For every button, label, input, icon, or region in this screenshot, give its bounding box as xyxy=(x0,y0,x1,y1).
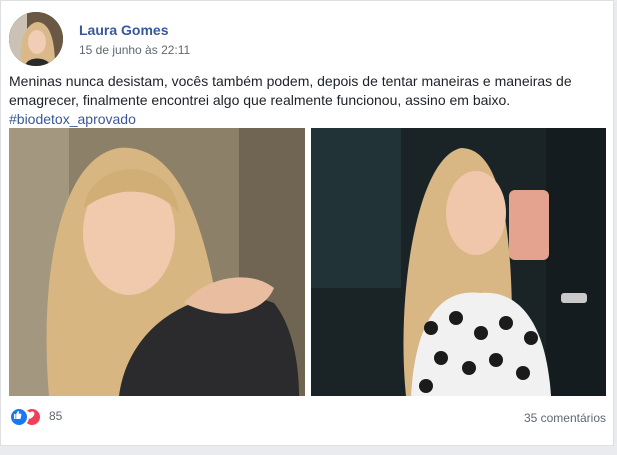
author-name[interactable]: Laura Gomes xyxy=(79,22,168,38)
post-text: Meninas nunca desistam, vocês também pod… xyxy=(9,72,609,129)
facebook-post: Laura Gomes 15 de junho às 22:11 Meninas… xyxy=(0,0,614,446)
post-body: Meninas nunca desistam, vocês também pod… xyxy=(9,73,572,108)
hashtag-link[interactable]: #biodetox_aprovado xyxy=(9,111,136,127)
like-icon xyxy=(9,407,29,427)
post-photos xyxy=(9,128,606,396)
photo-before[interactable] xyxy=(9,128,305,396)
post-timestamp[interactable]: 15 de junho às 22:11 xyxy=(79,43,190,57)
post-footer: 85 35 comentários xyxy=(9,406,606,430)
comments-count-link[interactable]: 35 comentários xyxy=(524,411,606,425)
photo-after[interactable] xyxy=(311,128,606,396)
avatar[interactable] xyxy=(9,12,63,66)
reaction-count: 85 xyxy=(49,409,63,423)
